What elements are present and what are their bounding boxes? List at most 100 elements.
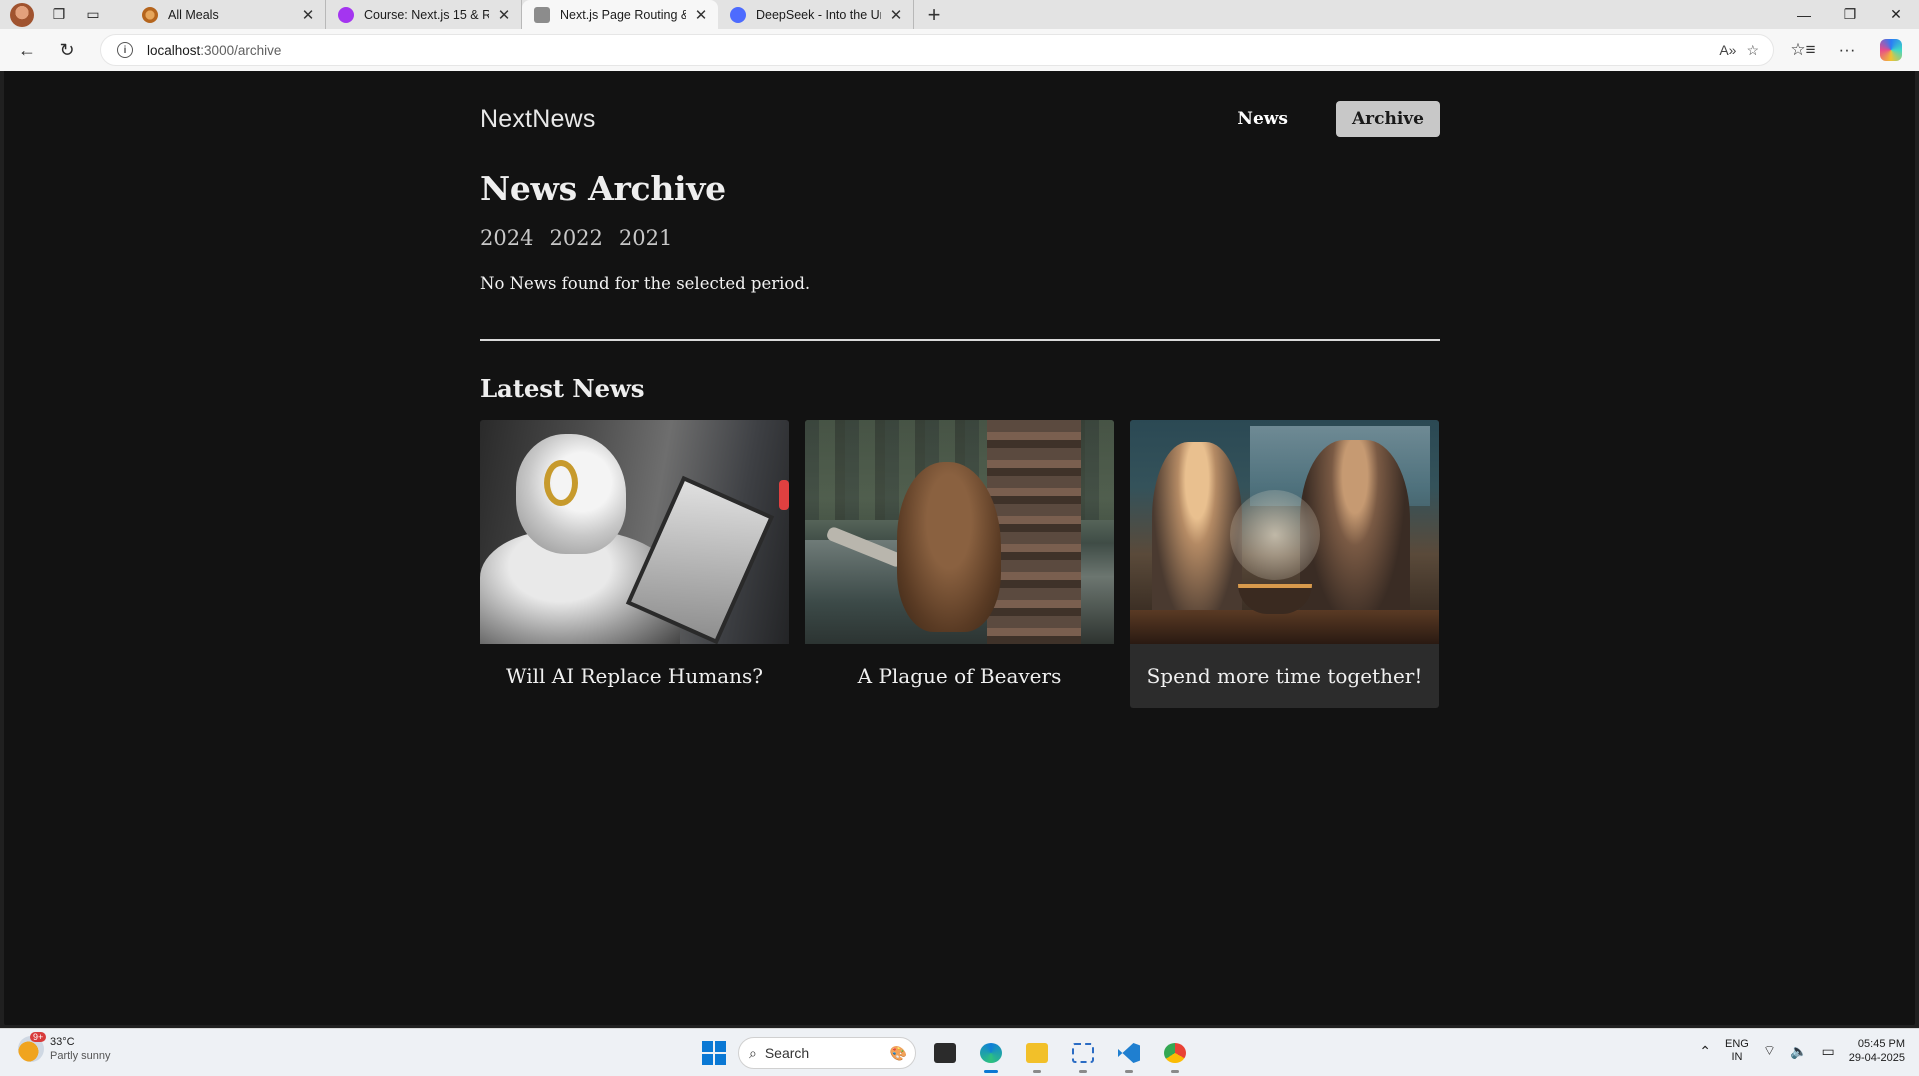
site-info-icon[interactable]: i [117, 42, 133, 58]
profile-avatar[interactable] [10, 2, 34, 27]
year-filter: 2024 2022 2021 [480, 226, 1440, 250]
page-title: News Archive [480, 169, 726, 208]
chrome-icon[interactable] [1158, 1037, 1192, 1073]
new-tab-button[interactable]: + [916, 2, 952, 28]
tab-title: All Meals [168, 7, 219, 22]
favorites-icon[interactable]: ☆≡ [1783, 34, 1823, 66]
language-code: ENG [1725, 1038, 1749, 1050]
woman-shape [1152, 442, 1242, 632]
udemy-favicon-icon [338, 6, 354, 23]
beaver-shape [897, 462, 1001, 632]
tree-trunk-shape [987, 420, 1081, 644]
page-viewport: NextNews News Archive News Archive 2024 … [4, 71, 1915, 1025]
section-divider [480, 339, 1440, 341]
site-header: NextNews News Archive [480, 71, 1440, 163]
system-tray: ⌃ ENG IN ⌔ 🔈 ▭ 05:45 PM 29-04-2025 [1699, 1037, 1905, 1065]
taskbar-apps: ⌕ Search 🎨 [702, 1037, 1192, 1073]
weather-text: 33°C Partly sunny [50, 1035, 111, 1063]
temperature: 33°C [50, 1036, 75, 1048]
battery-icon[interactable]: ▭ [1821, 1043, 1834, 1060]
notification-badge: 9+ [30, 1032, 47, 1042]
close-tab-icon[interactable]: ✕ [889, 6, 903, 24]
search-label: Search [764, 1045, 810, 1061]
close-tab-icon[interactable]: ✕ [301, 6, 315, 24]
counter-shape [1130, 610, 1439, 644]
browser-tab-course[interactable]: Course: Next.js 15 & React - The C ✕ [326, 0, 522, 29]
nav-link-news[interactable]: News [1237, 109, 1288, 129]
toolbar-right: ☆≡ ··· [1783, 34, 1911, 66]
vertical-tabs-icon[interactable]: ▭ [84, 6, 102, 24]
page-content: NextNews News Archive News Archive 2024 … [480, 71, 1440, 708]
search-icon: ⌕ [749, 1044, 757, 1061]
windows-start-icon[interactable] [702, 1041, 726, 1065]
year-link-2022[interactable]: 2022 [549, 226, 602, 250]
news-image-beaver [805, 420, 1114, 644]
main-nav: News Archive [1237, 101, 1440, 137]
news-card-title: Spend more time together! [1146, 664, 1423, 688]
url-text[interactable]: localhost:3000/archive [147, 43, 1719, 58]
minimize-icon[interactable]: — [1781, 0, 1827, 29]
news-card[interactable]: Will AI Replace Humans? [480, 420, 789, 708]
year-link-2024[interactable]: 2024 [480, 226, 533, 250]
window-controls: — ❐ ✕ [1781, 0, 1919, 29]
volume-icon[interactable]: 🔈 [1790, 1043, 1807, 1060]
taskbar: 9+ 33°C Partly sunny ⌕ Search 🎨 ⌃ ENG IN… [0, 1028, 1919, 1076]
steam-shape [1230, 490, 1320, 580]
address-bar-actions: A» ☆ [1719, 42, 1759, 59]
site-logo[interactable]: NextNews [480, 105, 596, 134]
browser-toolbar: ← ↻ i localhost:3000/archive A» ☆ ☆≡ ··· [0, 29, 1919, 71]
restore-icon[interactable]: ❐ [1827, 0, 1873, 29]
task-view-icon[interactable] [928, 1037, 962, 1069]
nav-link-archive[interactable]: Archive [1335, 101, 1440, 137]
copilot-icon[interactable] [1880, 39, 1902, 61]
close-tab-icon[interactable]: ✕ [497, 6, 511, 24]
url-path: :3000/archive [200, 42, 282, 58]
region-code: IN [1731, 1051, 1743, 1063]
tab-title: Next.js Page Routing & Rendering [560, 7, 686, 22]
news-card[interactable]: Spend more time together! [1130, 420, 1439, 708]
wifi-icon[interactable]: ⌔ [1763, 1042, 1776, 1060]
search-highlight-icon: 🎨 [889, 1044, 907, 1061]
back-arrow-icon[interactable]: ← [7, 34, 47, 66]
address-bar[interactable]: i localhost:3000/archive A» ☆ [100, 34, 1774, 66]
favorite-star-icon[interactable]: ☆ [1746, 42, 1759, 59]
workspaces-icon[interactable]: ❐ [50, 6, 68, 24]
url-host: localhost [147, 42, 201, 58]
vscode-icon[interactable] [1112, 1037, 1146, 1073]
tab-strip-left: ❐ ▭ [0, 0, 130, 29]
news-list: Will AI Replace Humans? A Plague of Beav… [480, 420, 1440, 708]
edge-browser-icon[interactable] [974, 1037, 1008, 1073]
browser-tab-strip: ❐ ▭ All Meals ✕ Course: Next.js 15 & Rea… [0, 0, 1919, 29]
browser-tab-nextjs[interactable]: Next.js Page Routing & Rendering ✕ [522, 0, 718, 29]
taskbar-search[interactable]: ⌕ Search 🎨 [738, 1037, 916, 1069]
tab-title: DeepSeek - Into the Unknown [756, 7, 881, 22]
browser-tab-all-meals[interactable]: All Meals ✕ [130, 0, 326, 29]
news-card[interactable]: A Plague of Beavers [805, 420, 1114, 708]
news-card-title: A Plague of Beavers [857, 664, 1062, 688]
browser-tab-deepseek[interactable]: DeepSeek - Into the Unknown ✕ [718, 0, 914, 29]
more-options-icon[interactable]: ··· [1827, 34, 1867, 66]
read-aloud-icon[interactable]: A» [1719, 42, 1736, 59]
empty-state-message: No News found for the selected period. [480, 274, 811, 293]
time: 05:45 PM [1857, 1038, 1905, 1050]
year-link-2021[interactable]: 2021 [619, 226, 672, 250]
close-tab-icon[interactable]: ✕ [694, 6, 708, 24]
clock[interactable]: 05:45 PM 29-04-2025 [1849, 1037, 1905, 1065]
tab-title: Course: Next.js 15 & React - The C [364, 7, 489, 22]
refresh-icon[interactable]: ↻ [47, 34, 87, 66]
robot-gold-detail [544, 460, 578, 506]
show-hidden-icons-icon[interactable]: ⌃ [1699, 1043, 1711, 1060]
close-window-icon[interactable]: ✕ [1873, 0, 1919, 29]
meals-favicon-icon [142, 6, 158, 23]
weather-condition: Partly sunny [50, 1050, 111, 1062]
file-explorer-icon[interactable] [1020, 1037, 1054, 1073]
page-favicon-icon [534, 6, 550, 23]
latest-news-heading: Latest News [480, 374, 645, 403]
deepseek-favicon-icon [730, 6, 746, 23]
news-image-cooking [1130, 420, 1439, 644]
red-light-shape [779, 480, 789, 510]
weather-widget[interactable]: 9+ 33°C Partly sunny [18, 1032, 111, 1063]
news-image-robot [480, 420, 789, 644]
snipping-tool-icon[interactable] [1066, 1037, 1100, 1073]
language-indicator[interactable]: ENG IN [1725, 1038, 1749, 1064]
